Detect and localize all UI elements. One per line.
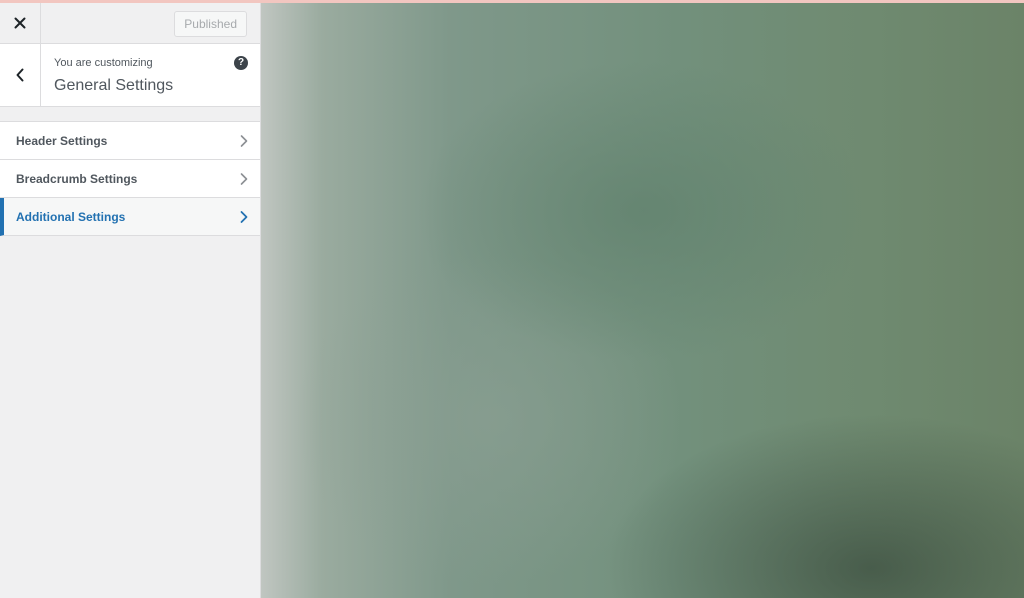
chevron-left-icon: [16, 68, 24, 82]
close-button[interactable]: [0, 3, 41, 43]
chevron-right-icon: [240, 210, 248, 223]
section-info: You are customizing General Settings ?: [0, 44, 260, 107]
site-preview[interactable]: [261, 3, 1024, 598]
customizer-header: Published: [0, 3, 260, 44]
chevron-right-icon: [240, 134, 248, 147]
menu-item-header-settings[interactable]: Header Settings: [0, 122, 260, 160]
menu-item-breadcrumb-settings[interactable]: Breadcrumb Settings: [0, 160, 260, 198]
section-title: General Settings: [54, 77, 174, 94]
settings-menu: Header Settings Breadcrumb Settings Addi…: [0, 121, 260, 236]
menu-item-additional-settings[interactable]: Additional Settings: [0, 198, 260, 236]
help-button[interactable]: ?: [234, 56, 248, 70]
question-circle-icon: ?: [237, 57, 245, 68]
menu-item-label: Header Settings: [16, 133, 108, 148]
chevron-right-icon: [240, 172, 248, 185]
close-icon: [14, 17, 26, 29]
publish-button[interactable]: Published: [174, 11, 247, 37]
back-button[interactable]: [0, 44, 41, 106]
customizer-sidebar: Published You are customizing General Se…: [0, 3, 261, 598]
customizing-label: You are customizing: [54, 57, 153, 69]
menu-item-label: Additional Settings: [16, 209, 126, 224]
menu-item-label: Breadcrumb Settings: [16, 171, 138, 186]
